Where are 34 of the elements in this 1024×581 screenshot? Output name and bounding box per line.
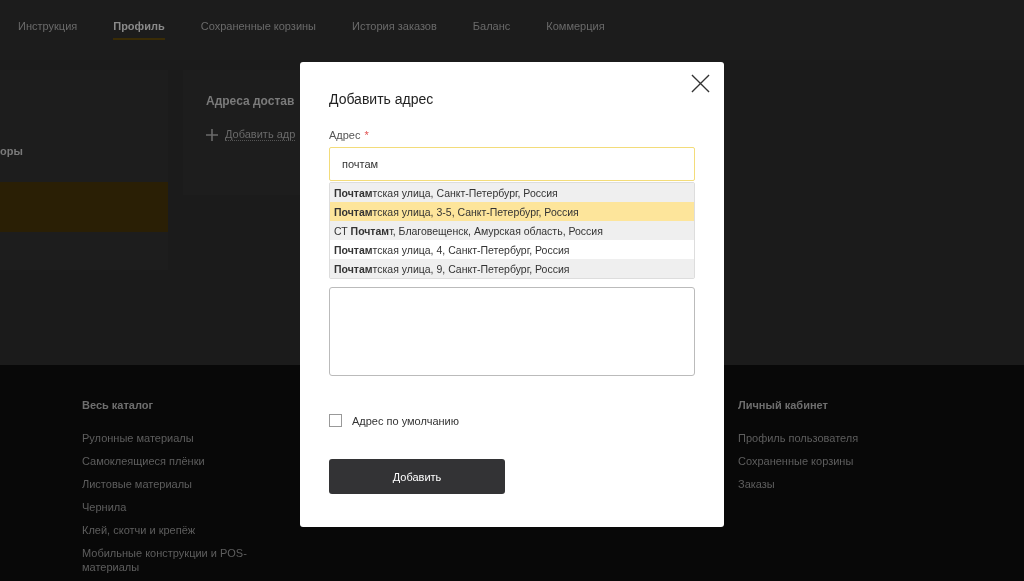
footer-heading: Весь каталог <box>82 399 154 411</box>
dialog-title: Добавить адрес <box>329 91 435 107</box>
nav-tab[interactable]: История заказов <box>352 20 437 40</box>
close-icon[interactable] <box>691 74 710 93</box>
footer-link[interactable]: Профиль пользователя <box>738 431 859 445</box>
footer-link[interactable]: Сохраненные корзины <box>738 454 854 468</box>
card-title: Адреса достав <box>206 94 295 108</box>
nav-tab[interactable]: Баланс <box>472 20 511 40</box>
nav-tab[interactable]: Сохраненные корзины <box>200 20 317 40</box>
sidebar-item[interactable]: оры <box>0 145 23 157</box>
footer-link[interactable]: Мобильные конструкции и POS-материалы <box>82 546 272 574</box>
field-label: Адрес <box>329 129 361 141</box>
nav-tab[interactable]: Коммерция <box>546 20 605 40</box>
footer-heading: Личный кабинет <box>738 399 828 411</box>
footer-link[interactable]: Чернила <box>82 500 127 514</box>
suggestion-item[interactable]: Почтамтская улица, 9, Санкт-Петербург, Россия <box>330 259 694 278</box>
add-button[interactable]: Добавить <box>329 459 505 494</box>
required-mark: * <box>364 129 369 141</box>
footer-link[interactable]: Листовые материалы <box>82 477 192 491</box>
address-field[interactable]: почтам <box>329 147 695 181</box>
nav-tab[interactable]: Профиль <box>113 20 165 40</box>
footer-link[interactable]: Клей, скотчи и крепёж <box>82 523 196 537</box>
footer-link[interactable]: Рулонные материалы <box>82 431 194 445</box>
suggestion-item[interactable]: Почтамтская улица, 3-5, Санкт-Петербург, Россия <box>330 202 694 221</box>
plus-icon <box>206 128 218 141</box>
footer-link[interactable]: Заказы <box>738 477 775 491</box>
add-address-link[interactable]: Добавить адр <box>225 128 296 141</box>
nav-tab[interactable]: Инструкция <box>18 20 78 40</box>
footer-link[interactable]: Самоклеящиеся плёнки <box>82 454 205 468</box>
comment-field[interactable] <box>329 287 695 376</box>
suggestion-item[interactable]: Почтамтская улица, Санкт-Петербург, Россия <box>330 183 694 202</box>
suggestion-item[interactable]: СТ Почтамт, Благовещенск, Амурская область, Россия <box>330 221 694 240</box>
checkbox[interactable] <box>329 414 342 427</box>
checkbox-label: Адрес по умолчанию <box>352 414 459 427</box>
